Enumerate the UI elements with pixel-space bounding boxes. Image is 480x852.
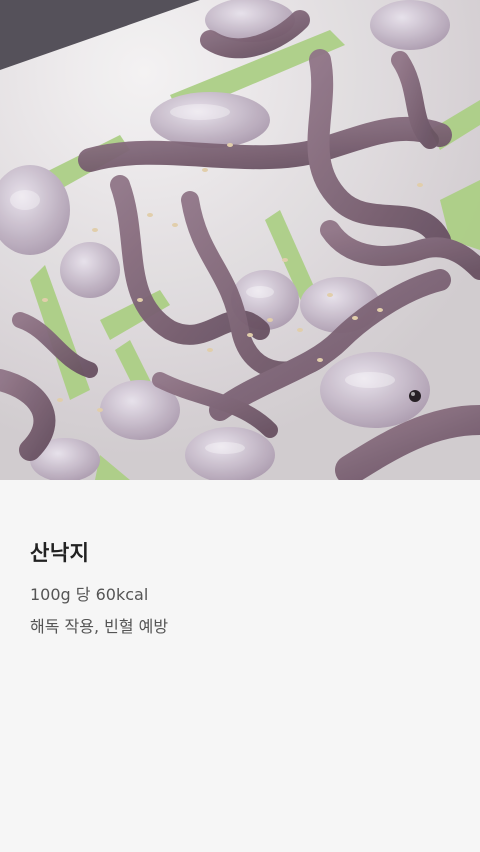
food-calories: 100g 당 60kcal bbox=[30, 585, 149, 604]
food-name: 산낙지 bbox=[30, 541, 90, 565]
food-photo bbox=[0, 0, 480, 480]
food-info: 산낙지 100g 당 60kcal 해독 작용, 빈혈 예방 bbox=[30, 540, 450, 648]
food-card: 산낙지 100g 당 60kcal 해독 작용, 빈혈 예방 bbox=[0, 0, 480, 852]
food-benefits: 해독 작용, 빈혈 예방 bbox=[30, 617, 169, 636]
sannakji-image bbox=[0, 0, 480, 480]
